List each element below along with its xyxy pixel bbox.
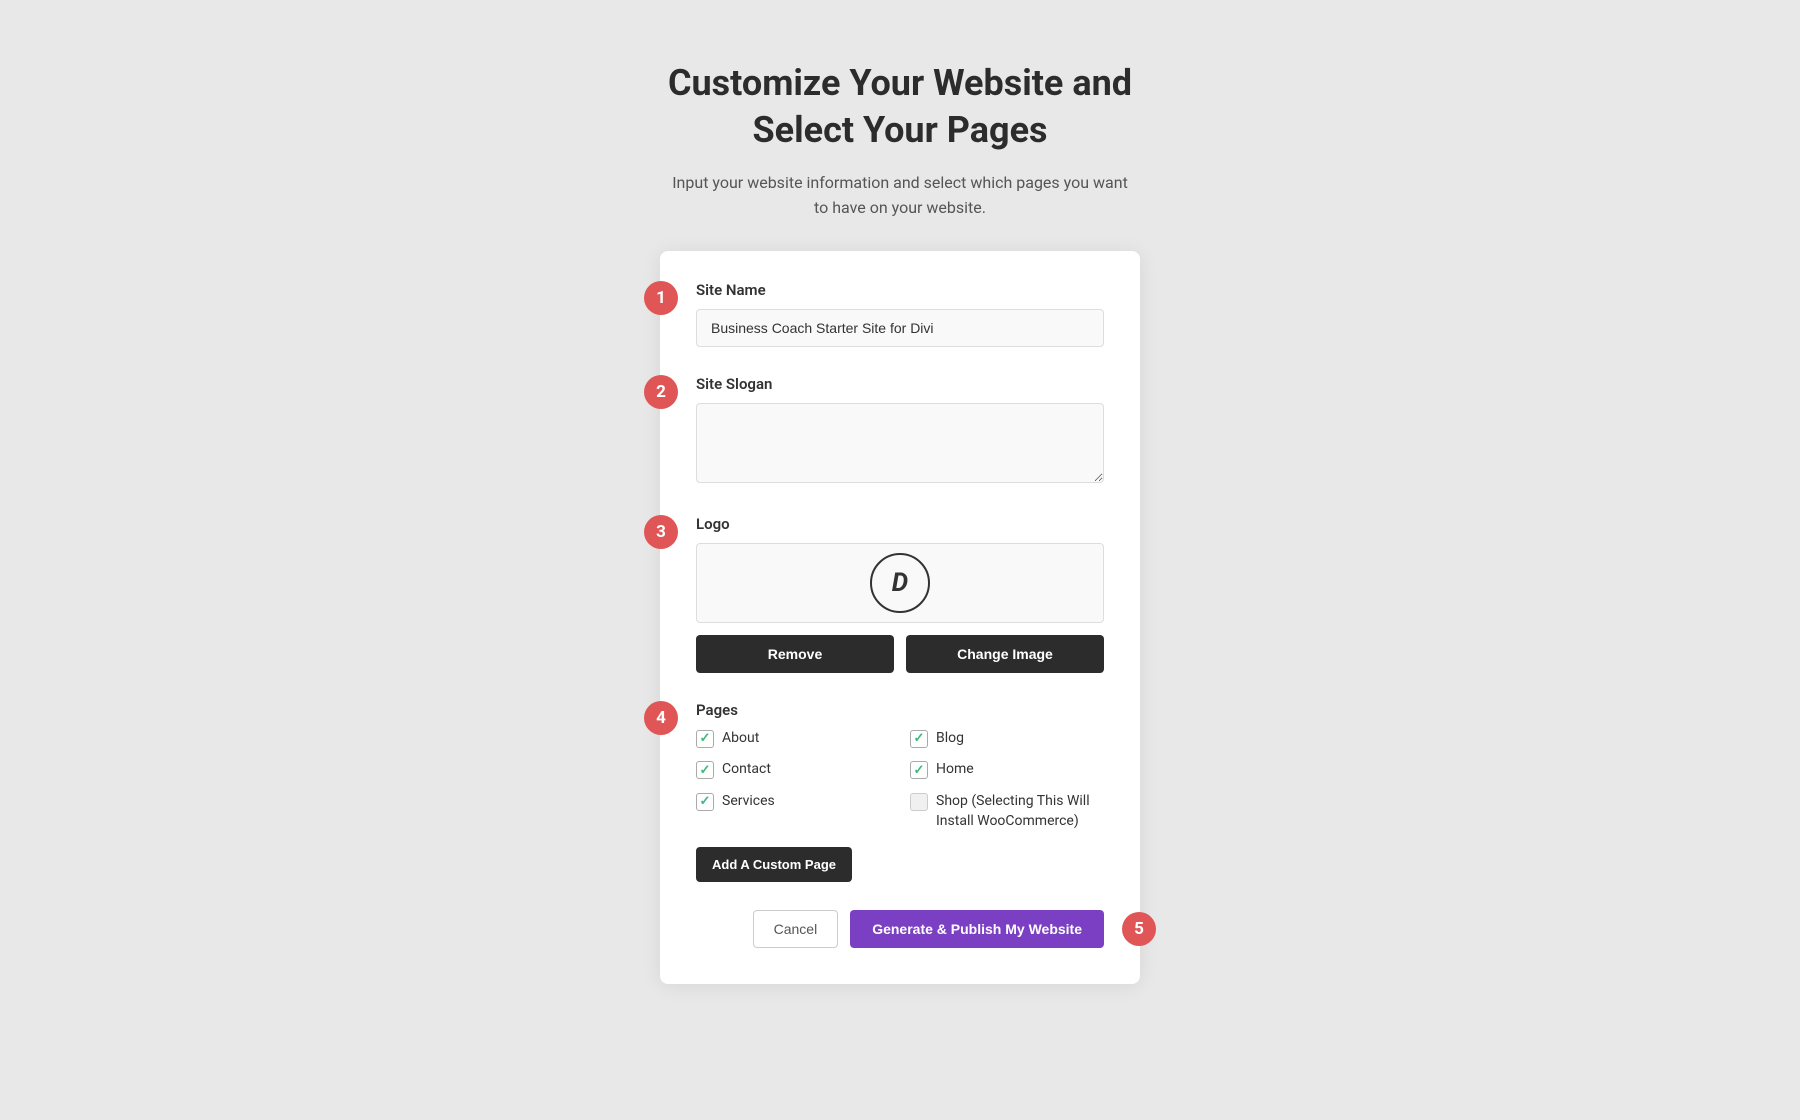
step-5-badge: 5 <box>1122 912 1156 946</box>
page-item-contact: ✓ Contact <box>696 760 890 780</box>
step-2-badge: 2 <box>644 375 678 409</box>
page-item-shop: Shop (Selecting This Will Install WooCom… <box>910 792 1104 831</box>
site-slogan-label: Site Slogan <box>696 375 1104 393</box>
page-label-blog: Blog <box>936 729 964 749</box>
checkmark-contact: ✓ <box>700 763 711 778</box>
checkbox-contact[interactable]: ✓ <box>696 761 714 779</box>
page-label-about: About <box>722 729 759 749</box>
cancel-button[interactable]: Cancel <box>753 910 839 948</box>
page-item-home: ✓ Home <box>910 760 1104 780</box>
step-4-badge: 4 <box>644 701 678 735</box>
checkbox-services[interactable]: ✓ <box>696 793 714 811</box>
publish-button[interactable]: Generate & Publish My Website <box>850 910 1104 948</box>
add-custom-page-button[interactable]: Add A Custom Page <box>696 847 852 882</box>
checkbox-home[interactable]: ✓ <box>910 761 928 779</box>
logo-preview: D <box>696 543 1104 623</box>
checkbox-blog[interactable]: ✓ <box>910 730 928 748</box>
checkbox-about[interactable]: ✓ <box>696 730 714 748</box>
checkmark-about: ✓ <box>700 731 711 746</box>
site-slogan-section: 2 Site Slogan <box>696 375 1104 487</box>
site-slogan-input[interactable] <box>696 403 1104 483</box>
form-footer: Cancel Generate & Publish My Website 5 <box>696 910 1104 948</box>
site-name-section: 1 Site Name <box>696 281 1104 347</box>
page-label-services: Services <box>722 792 775 812</box>
page-item-blog: ✓ Blog <box>910 729 1104 749</box>
pages-section: 4 Pages ✓ About ✓ Blog <box>696 701 1104 882</box>
checkmark-blog: ✓ <box>914 731 925 746</box>
change-image-button[interactable]: Change Image <box>906 635 1104 673</box>
checkmark-home: ✓ <box>914 763 925 778</box>
logo-section: 3 Logo D Remove Change Image <box>696 515 1104 673</box>
site-name-label: Site Name <box>696 281 1104 299</box>
page-item-services: ✓ Services <box>696 792 890 831</box>
remove-button[interactable]: Remove <box>696 635 894 673</box>
step-3-badge: 3 <box>644 515 678 549</box>
pages-label: Pages <box>696 701 1104 719</box>
logo-icon: D <box>870 553 930 613</box>
page-item-about: ✓ About <box>696 729 890 749</box>
site-name-input[interactable] <box>696 309 1104 347</box>
checkbox-shop[interactable] <box>910 793 928 811</box>
page-label-contact: Contact <box>722 760 771 780</box>
step-1-badge: 1 <box>644 281 678 315</box>
form-card: 1 Site Name 2 Site Slogan 3 Logo D Remov… <box>660 251 1140 984</box>
page-label-shop: Shop (Selecting This Will Install WooCom… <box>936 792 1104 831</box>
logo-label: Logo <box>696 515 1104 533</box>
pages-grid: ✓ About ✓ Blog ✓ Contact <box>696 729 1104 831</box>
checkmark-services: ✓ <box>700 794 711 809</box>
page-label-home: Home <box>936 760 974 780</box>
page-title: Customize Your Website and Select Your P… <box>668 60 1132 154</box>
logo-buttons: Remove Change Image <box>696 635 1104 673</box>
page-subtitle: Input your website information and selec… <box>670 170 1130 221</box>
